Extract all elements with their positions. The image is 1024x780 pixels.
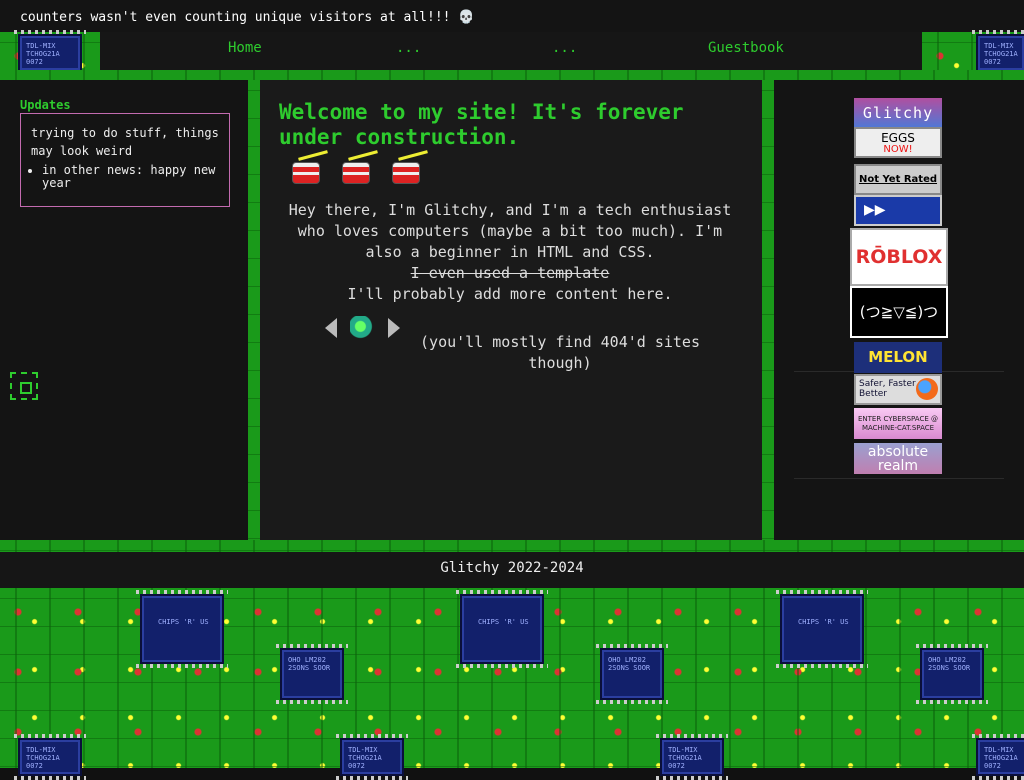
emoticon-badge[interactable]: (つ≧▽≦)つ <box>850 286 948 338</box>
updates-list: in other news: happy new year <box>21 164 229 190</box>
drum-icon <box>388 150 428 184</box>
circuit-strip-bottom <box>0 540 1024 552</box>
marquee-banner: counters wasn't even counting unique vis… <box>0 0 1024 32</box>
chip-graphic: TDL-MIX TCHOG21A 0072 <box>972 30 1024 76</box>
chip-graphic: TDL-MIX TCHOG21A 0072 <box>14 734 86 780</box>
chip-label: TDL-MIX TCHOG21A 0072 <box>348 746 382 770</box>
chip-label: TDL-MIX TCHOG21A 0072 <box>984 746 1018 770</box>
nav-link-2[interactable]: ... <box>396 40 421 56</box>
nav-guestbook-link[interactable]: Guestbook <box>708 40 784 56</box>
chip-graphic: TDL-MIX TCHOG21A 0072 <box>336 734 408 780</box>
chip-label: OHO LM202 2SONS SOOR <box>608 656 651 672</box>
circuit-decoration-top-left: TDL-MIX TCHOG21A 0072 <box>0 30 100 76</box>
cyberspace-badge[interactable]: ENTER CYBERSPACE @ MACHINE-CAT.SPACE <box>854 408 942 439</box>
absolute-realm-badge[interactable]: absolute realm <box>854 443 942 474</box>
circuit-board-background: CHIPS 'R' US CHIPS 'R' US CHIPS 'R' US O… <box>0 588 1024 780</box>
right-sidebar-badges: Glitchy EGGS NOW! Not Yet Rated ▶▶ RŌBLO… <box>774 80 1024 540</box>
chip-label: TDL-MIX TCHOG21A 0072 <box>668 746 702 770</box>
roblox-badge[interactable]: RŌBLOX <box>850 228 948 286</box>
chip-graphic: TDL-MIX TCHOG21A 0072 <box>972 734 1024 780</box>
chip-label: OHO LM202 2SONS SOOR <box>928 656 971 672</box>
webring-globe-icon[interactable] <box>350 316 376 342</box>
circuit-strip-vertical-left <box>248 80 260 540</box>
webring-note: (you'll mostly find 404'd sites though) <box>420 333 700 372</box>
circuit-decoration-top-right: TDL-MIX TCHOG21A 0072 <box>922 30 1024 76</box>
chip-graphic: CHIPS 'R' US <box>456 590 548 668</box>
top-navigation: Home ... ... Guestbook <box>100 32 922 70</box>
nav-link-3[interactable]: ... <box>552 40 577 56</box>
intro-more: I'll probably add more content here. <box>347 285 673 303</box>
marquee-text: counters wasn't even counting unique vis… <box>20 10 475 25</box>
intro-strikethrough: I even used a template <box>410 264 610 282</box>
chip-label: CHIPS 'R' US <box>798 618 849 626</box>
chip-graphic: TDL-MIX TCHOG21A 0072 <box>14 30 86 76</box>
footer: Glitchy 2022-2024 <box>0 552 1024 588</box>
chip-graphic: OHO LM202 2SONS SOOR <box>916 644 988 704</box>
chip-graphic: CHIPS 'R' US <box>776 590 868 668</box>
updates-heading: Updates <box>20 98 71 112</box>
glitchy-badge[interactable]: Glitchy <box>854 98 942 129</box>
eggs-badge-now: NOW! <box>883 144 913 155</box>
webring-prev-arrow-icon[interactable] <box>325 318 337 338</box>
intro-paragraph: Hey there, I'm Glitchy, and I'm a tech e… <box>288 201 732 261</box>
firefox-badge[interactable]: Safer, Faster, Better <box>854 374 942 405</box>
circuit-strip-top <box>0 70 1024 80</box>
drum-icon <box>288 150 328 184</box>
chip-graphic: TDL-MIX TCHOG21A 0072 <box>656 734 728 780</box>
chip-label: TDL-MIX TCHOG21A 0072 <box>26 746 60 770</box>
updates-text: trying to do stuff, things may look weir… <box>31 126 219 158</box>
welcome-heading: Welcome to my site! It's forever under c… <box>279 100 684 149</box>
webring-next-arrow-icon[interactable] <box>388 318 400 338</box>
footer-text: Glitchy 2022-2024 <box>440 560 584 576</box>
melon-badge[interactable]: MELON <box>854 342 942 373</box>
chip-label: OHO LM202 2SONS SOOR <box>288 656 331 672</box>
updates-box: trying to do stuff, things may look weir… <box>20 113 230 207</box>
fast-forward-badge[interactable]: ▶▶ <box>854 195 942 226</box>
updates-list-item: in other news: happy new year <box>42 164 229 190</box>
divider <box>794 478 1004 479</box>
chip-graphic: OHO LM202 2SONS SOOR <box>276 644 348 704</box>
chip-label: TDL-MIX TCHOG21A 0072 <box>984 42 1018 66</box>
chip-graphic: CHIPS 'R' US <box>136 590 228 668</box>
chip-graphic: OHO LM202 2SONS SOOR <box>596 644 668 704</box>
nav-home-link[interactable]: Home <box>228 40 262 56</box>
not-yet-rated-badge[interactable]: Not Yet Rated <box>854 164 942 195</box>
eggs-badge-label: EGGS <box>881 131 915 145</box>
main-content: Welcome to my site! It's forever under c… <box>260 80 762 540</box>
eggs-badge[interactable]: EGGS NOW! <box>854 127 942 158</box>
chip-label: CHIPS 'R' US <box>478 618 529 626</box>
left-sidebar: Updates trying to do stuff, things may l… <box>0 80 248 540</box>
chip-label: CHIPS 'R' US <box>158 618 209 626</box>
intro-text: Hey there, I'm Glitchy, and I'm a tech e… <box>280 200 740 305</box>
circuit-strip-vertical-right <box>762 80 774 540</box>
bug-icon[interactable] <box>10 372 38 400</box>
chip-label: TDL-MIX TCHOG21A 0072 <box>26 42 60 66</box>
drum-icon <box>338 150 378 184</box>
